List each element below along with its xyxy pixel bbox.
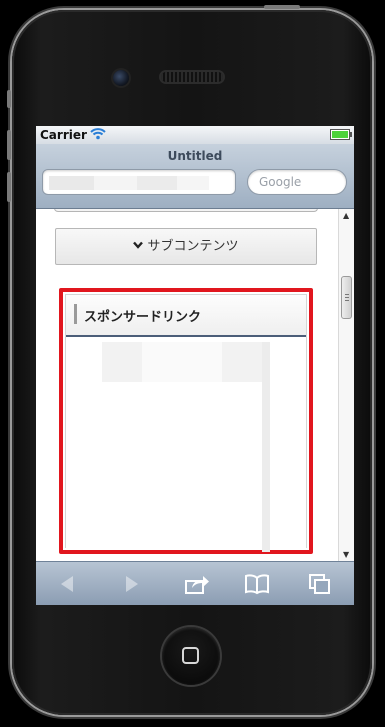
ad-placeholder-area bbox=[66, 338, 306, 552]
back-icon[interactable] bbox=[56, 573, 80, 595]
search-input[interactable]: Google bbox=[247, 169, 347, 195]
forward-icon[interactable] bbox=[119, 573, 143, 595]
chevron-down-icon bbox=[133, 229, 144, 264]
sponsored-links-heading: スポンサードリンク bbox=[84, 310, 202, 325]
home-square-icon bbox=[182, 647, 199, 664]
scroll-down-arrow-icon[interactable]: ▼ bbox=[343, 550, 349, 559]
ad-placeholder-block bbox=[142, 342, 222, 382]
wifi-icon bbox=[90, 127, 106, 143]
battery-icon bbox=[330, 129, 352, 140]
earpiece-speaker bbox=[161, 72, 223, 82]
share-icon[interactable] bbox=[184, 573, 209, 595]
browser-nav-bar: Untitled Google bbox=[36, 144, 354, 209]
carrier-label: Carrier bbox=[40, 128, 87, 142]
previous-section-edge bbox=[54, 209, 318, 212]
subcontent-button-label: サブコンテンツ bbox=[147, 239, 239, 254]
sponsored-links-header: スポンサードリンク bbox=[66, 295, 306, 337]
page-title: Untitled bbox=[167, 149, 223, 163]
power-button bbox=[264, 5, 300, 9]
address-text-placeholder bbox=[49, 176, 209, 190]
browser-toolbar bbox=[36, 561, 354, 605]
device-screen: Carrier Untitled Google サブコンテンツ スポンサードリン… bbox=[36, 126, 354, 605]
scrollbar-thumb[interactable] bbox=[341, 276, 352, 319]
vertical-scrollbar[interactable]: ▲ ▼ bbox=[338, 209, 354, 561]
page-content: サブコンテンツ スポンサードリンク bbox=[36, 209, 338, 561]
tabs-icon[interactable] bbox=[308, 573, 332, 595]
ad-placeholder-block bbox=[102, 342, 142, 382]
ad-placeholder-block bbox=[262, 342, 270, 552]
scroll-up-arrow-icon[interactable]: ▲ bbox=[343, 211, 349, 220]
address-field[interactable] bbox=[42, 169, 236, 195]
ad-placeholder-block bbox=[222, 342, 262, 382]
home-button[interactable] bbox=[162, 627, 220, 685]
sponsored-links-highlight: スポンサードリンク bbox=[59, 288, 313, 554]
mute-switch bbox=[7, 90, 11, 108]
sponsored-links-panel: スポンサードリンク bbox=[65, 294, 307, 552]
front-camera bbox=[113, 70, 129, 86]
volume-down-button bbox=[7, 172, 11, 202]
volume-up-button bbox=[7, 130, 11, 160]
heading-accent-bar bbox=[74, 304, 77, 324]
bookmarks-icon[interactable] bbox=[244, 573, 269, 595]
status-bar: Carrier bbox=[36, 126, 354, 144]
subcontent-button[interactable]: サブコンテンツ bbox=[55, 228, 317, 265]
